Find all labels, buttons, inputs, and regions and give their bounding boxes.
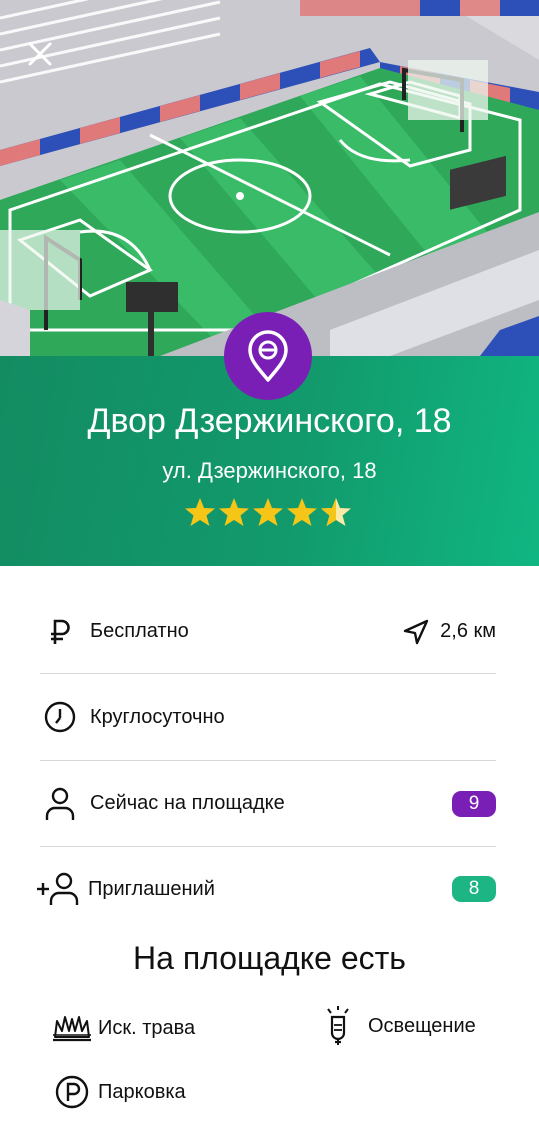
amenity-label: Иск. трава	[98, 1016, 196, 1039]
amenity-parking: Парковка	[52, 1072, 186, 1112]
navigation-arrow-icon	[403, 619, 429, 644]
close-icon	[28, 42, 52, 66]
amenity-label: Освещение	[368, 1014, 476, 1037]
amenity-label: Парковка	[98, 1080, 186, 1103]
ruble-icon	[42, 614, 78, 650]
venue-address: ул. Дзержинского, 18	[162, 458, 377, 483]
amenity-grass: Иск. трава	[52, 1008, 195, 1048]
amenities-title: На площадке есть	[133, 940, 406, 976]
star-icon	[321, 498, 351, 526]
distance-value: 2,6 км	[440, 620, 496, 642]
present-row[interactable]: Сейчас на площадке 9	[40, 761, 496, 847]
present-label: Сейчас на площадке	[90, 792, 285, 814]
lightbulb-icon	[318, 1006, 358, 1046]
hours-label: Круглосуточно	[90, 705, 225, 728]
user-icon	[42, 786, 78, 822]
hours-row: Круглосуточно	[40, 674, 496, 761]
location-pin-badge	[224, 312, 312, 400]
rating-stars	[184, 496, 352, 528]
distance[interactable]: 2,6 км	[402, 618, 496, 646]
add-user-icon	[36, 871, 80, 907]
invites-label: Приглашений	[88, 877, 215, 900]
location-pin-icon	[248, 330, 288, 382]
invites-row[interactable]: Приглашений 8	[37, 847, 496, 931]
price-row: Бесплатно 2,6 км	[40, 590, 496, 674]
clock-icon	[42, 699, 78, 735]
star-icon	[287, 498, 317, 526]
venue-title: Двор Дзержинского, 18	[87, 402, 452, 440]
invites-count-badge: 8	[452, 876, 496, 902]
price-label: Бесплатно	[90, 620, 189, 642]
star-icon	[253, 498, 283, 526]
amenity-lighting: Освещение	[318, 1006, 476, 1046]
stadium-illustration	[0, 0, 539, 356]
parking-icon	[52, 1072, 92, 1112]
star-icon	[185, 498, 215, 526]
star-icon	[219, 498, 249, 526]
present-count-badge: 9	[452, 790, 496, 817]
grass-icon	[52, 1008, 92, 1048]
close-button[interactable]	[22, 36, 58, 72]
info-list: Бесплатно 2,6 км Круглосуточно Сейчас на…	[37, 590, 496, 931]
